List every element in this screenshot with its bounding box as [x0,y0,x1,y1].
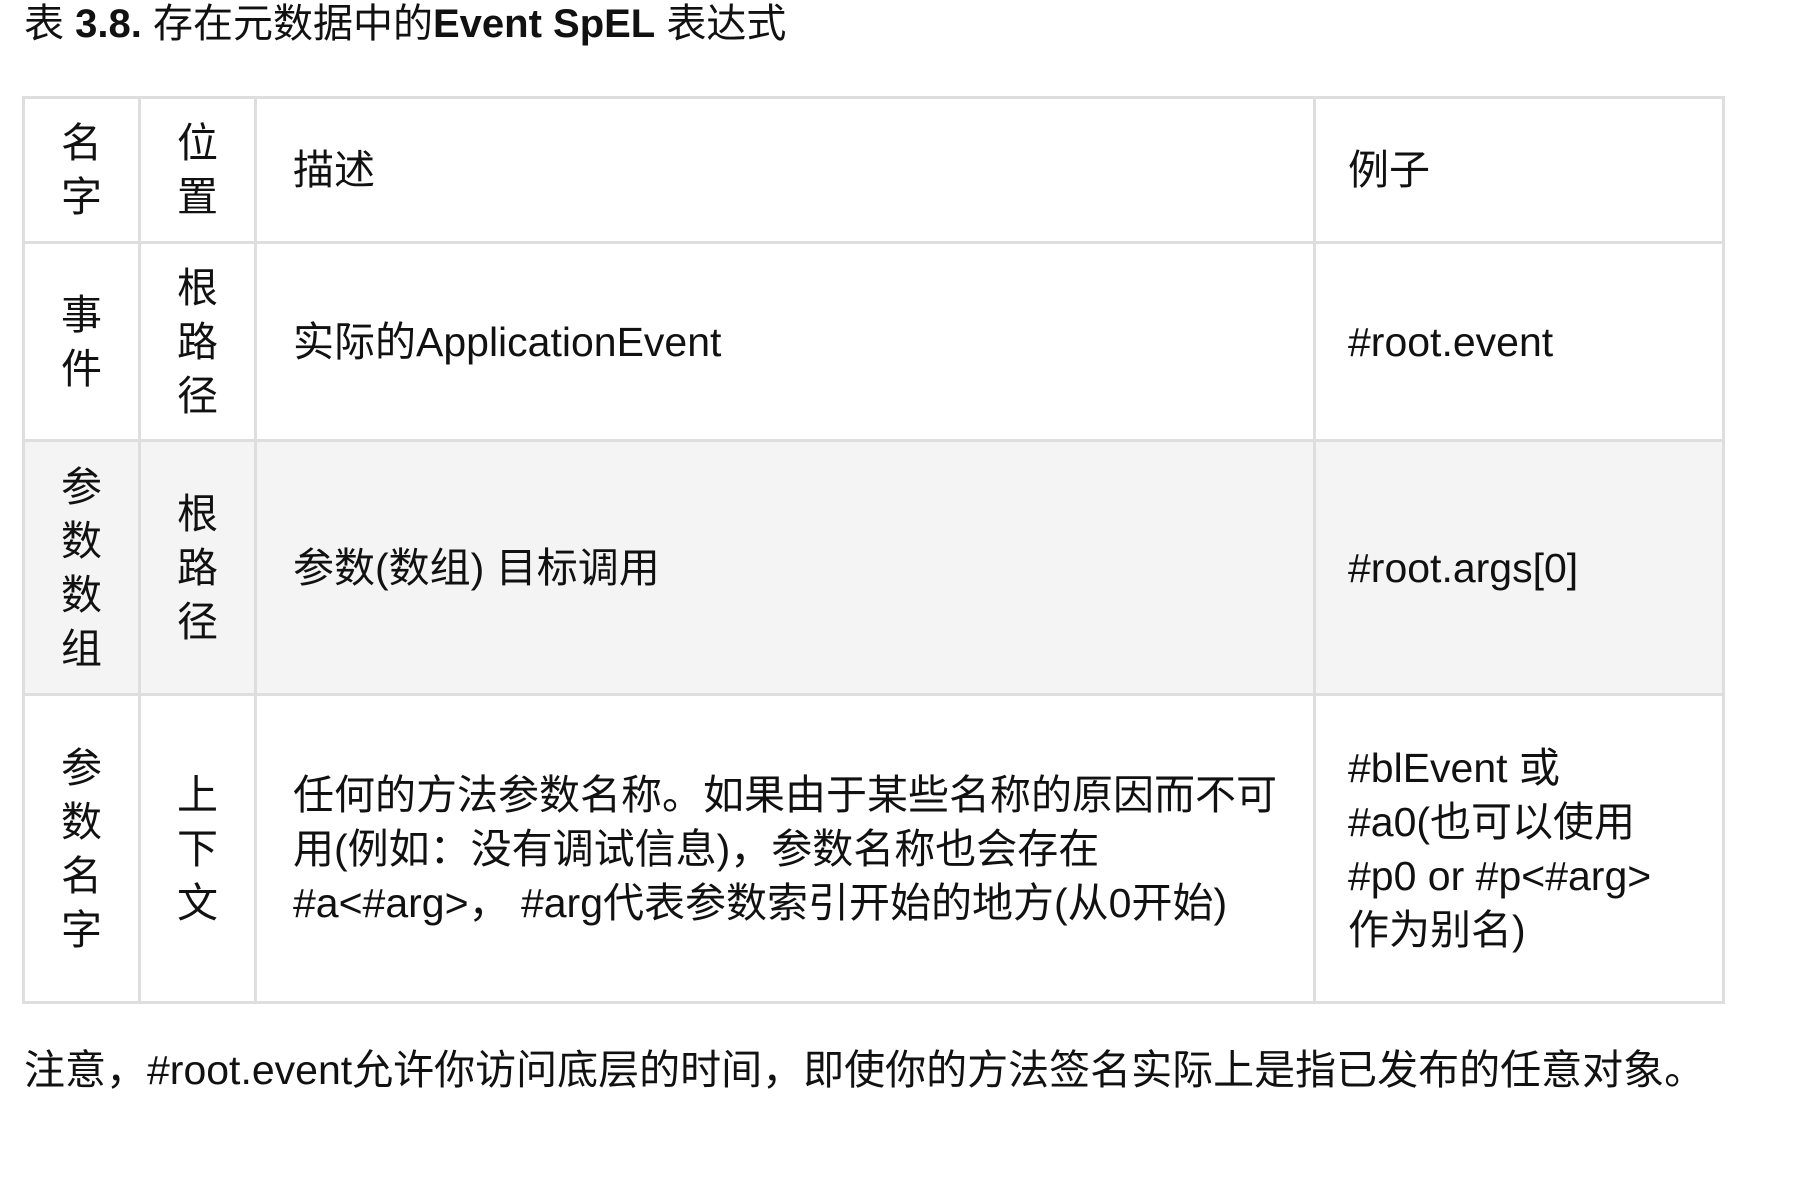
table-caption: 表 3.8. 存在元数据中的Event SpEL 表达式 [24,0,786,48]
caption-middle: 存在元数据中的 [141,2,433,46]
row-description: 实际的ApplicationEvent [293,318,722,365]
table-row: 参数名字 上下文 任何的方法参数名称。如果由于某些名称的原因而不可用(例如：没有… [22,693,1725,1004]
header-name-cell: 名字 [22,96,141,244]
row-example: #blEvent 或 #a0(也可以使用 #p0 or #p<#arg> 作为别… [1348,744,1652,953]
row-position: 根路径 [177,264,218,419]
description-cell: 任何的方法参数名称。如果由于某些名称的原因而不可用(例如：没有调试信息)，参数名… [254,693,1316,1004]
header-example-cell: 例子 [1313,96,1725,244]
header-position-cell: 位置 [138,96,257,244]
row-position: 根路径 [177,490,218,645]
row-name: 参数数组 [61,463,102,672]
example-cell: #root.event [1313,241,1725,442]
row-example: #root.args[0] [1348,544,1579,591]
position-cell: 上下文 [138,693,257,1004]
description-cell: 参数(数组) 目标调用 [254,439,1316,696]
name-cell: 参数数组 [22,439,141,696]
position-cell: 根路径 [138,241,257,442]
row-name: 参数名字 [61,744,102,953]
position-cell: 根路径 [138,439,257,696]
row-position: 上下文 [177,771,218,926]
example-cell: #blEvent 或 #a0(也可以使用 #p0 or #p<#arg> 作为别… [1313,693,1725,1004]
example-cell: #root.args[0] [1313,439,1725,696]
spel-expression-table: 名字 位置 描述 例子 事件 根路径 实际的ApplicationEvent #… [22,96,1725,1004]
name-cell: 事件 [22,241,141,442]
header-example: 例子 [1348,147,1430,193]
header-description: 描述 [293,147,375,193]
header-description-cell: 描述 [254,96,1316,244]
row-description: 任何的方法参数名称。如果由于某些名称的原因而不可用(例如：没有调试信息)，参数名… [293,771,1277,926]
row-example: #root.event [1348,318,1554,365]
row-name: 事件 [61,291,102,392]
description-cell: 实际的ApplicationEvent [254,241,1316,442]
name-cell: 参数名字 [22,693,141,1004]
row-description: 参数(数组) 目标调用 [293,544,660,591]
table-row: 参数数组 根路径 参数(数组) 目标调用 #root.args[0] [22,439,1725,696]
caption-prefix: 表 [24,2,76,46]
header-name: 名字 [61,120,102,220]
caption-suffix: 表达式 [655,2,787,46]
note-paragraph: 注意，#root.event允许你访问底层的时间，即使你的方法签名实际上是指已发… [24,1047,1706,1093]
caption-number: 3.8. [75,2,142,46]
caption-bold-title: Event SpEL [432,2,656,46]
table-header-row: 名字 位置 描述 例子 [22,96,1725,244]
table-row: 事件 根路径 实际的ApplicationEvent #root.event [22,241,1725,442]
header-position: 位置 [177,120,218,220]
